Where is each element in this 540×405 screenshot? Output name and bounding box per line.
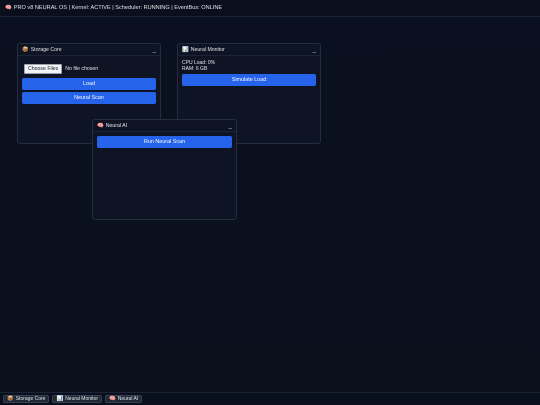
ram-text: RAM: 6 GB bbox=[182, 66, 208, 72]
system-status-text: PRO v8 NEURAL OS | Kernel: ACTIVE | Sche… bbox=[13, 5, 223, 11]
brain-icon: 🧠 bbox=[5, 5, 12, 11]
neural-monitor-titlebar[interactable]: 📊 Neural Monitor _ bbox=[178, 44, 320, 56]
window-title: Neural AI bbox=[105, 122, 128, 129]
storage-core-titlebar[interactable]: 📦 Storage Core _ bbox=[18, 44, 160, 56]
chart-icon: 📊 bbox=[56, 396, 64, 402]
neural-ai-window: 🧠 Neural AI _ Run Neural Scan bbox=[92, 119, 237, 220]
load-button[interactable]: Load bbox=[22, 78, 156, 90]
box-icon: 📦 bbox=[7, 396, 14, 402]
minimize-button[interactable]: _ bbox=[313, 47, 316, 53]
taskbar-item-label: Neural AI bbox=[117, 396, 139, 402]
box-icon: 📦 bbox=[22, 46, 29, 53]
taskbar-item-neural-ai[interactable]: 🧠 Neural AI bbox=[104, 395, 143, 403]
brain-icon: 🧠 bbox=[97, 122, 104, 129]
taskbar: 📦 Storage Core 📊 Neural Monitor 🧠 Neural… bbox=[0, 392, 540, 405]
minimize-button[interactable]: _ bbox=[229, 123, 232, 129]
choose-files-button[interactable]: Choose Files bbox=[24, 64, 63, 74]
neural-scan-button[interactable]: Neural Scan bbox=[22, 92, 156, 104]
taskbar-item-label: Neural Monitor bbox=[65, 396, 98, 402]
taskbar-item-label: Storage Core bbox=[15, 396, 46, 402]
simulate-load-button[interactable]: Simulate Load bbox=[182, 74, 316, 86]
file-status-text: No file chosen bbox=[65, 66, 99, 72]
brain-icon: 🧠 bbox=[108, 396, 116, 402]
minimize-button[interactable]: _ bbox=[153, 47, 156, 53]
top-status-bar: 🧠 PRO v8 NEURAL OS | Kernel: ACTIVE | Sc… bbox=[0, 0, 540, 17]
chart-icon: 📊 bbox=[182, 46, 189, 53]
window-title: Storage Core bbox=[30, 46, 62, 53]
neural-ai-titlebar[interactable]: 🧠 Neural AI _ bbox=[93, 120, 236, 132]
taskbar-item-storage-core[interactable]: 📦 Storage Core bbox=[3, 395, 50, 403]
run-neural-scan-button[interactable]: Run Neural Scan bbox=[97, 136, 232, 148]
window-title: Neural Monitor bbox=[190, 46, 225, 53]
taskbar-item-neural-monitor[interactable]: 📊 Neural Monitor bbox=[52, 395, 102, 403]
